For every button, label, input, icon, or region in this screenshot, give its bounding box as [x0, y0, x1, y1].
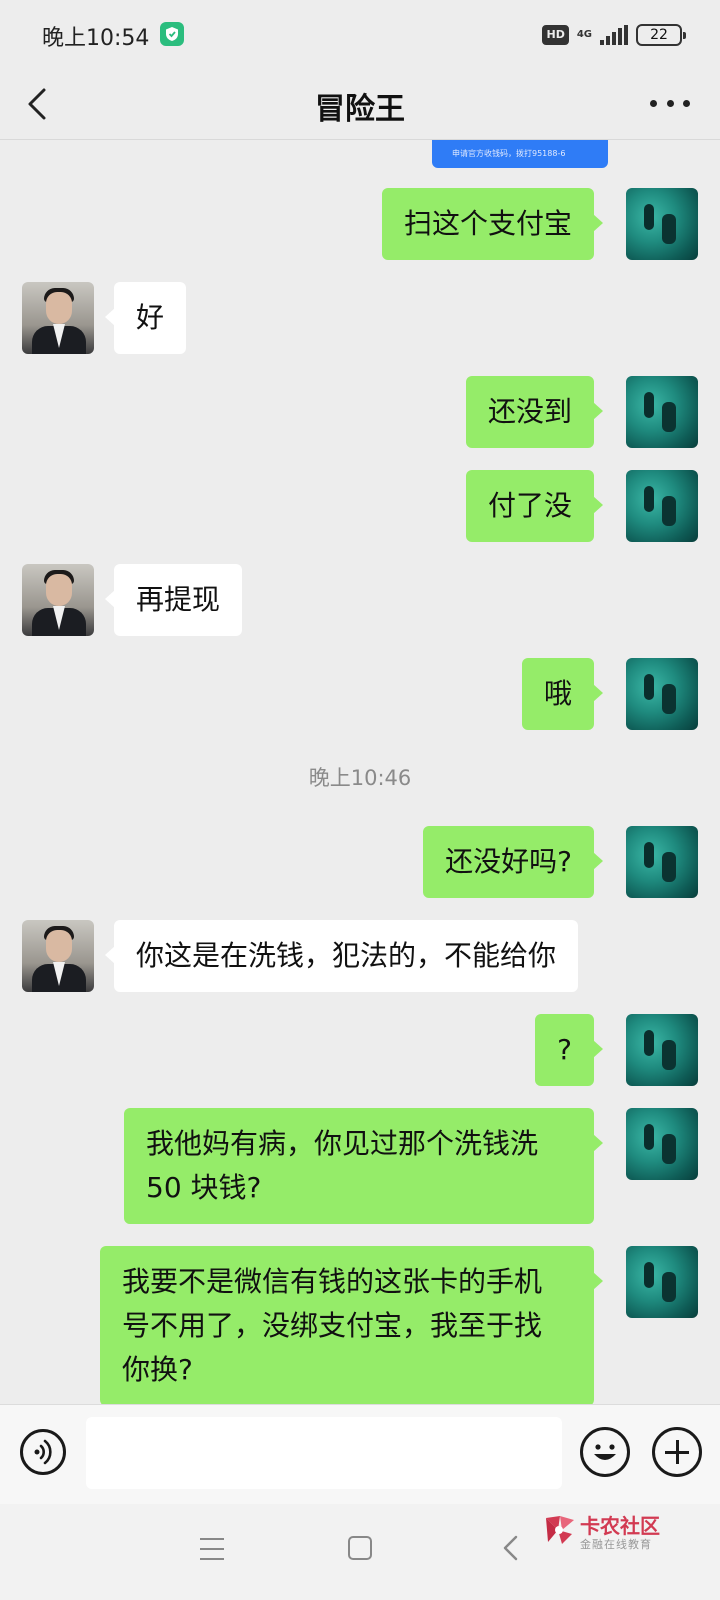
my-avatar[interactable] — [626, 376, 698, 448]
message-input[interactable] — [86, 1417, 562, 1489]
my-avatar[interactable] — [626, 658, 698, 730]
contact-avatar[interactable] — [22, 282, 94, 354]
message-line: 号不用了，没绑支付宝，我至于找 — [122, 1309, 543, 1342]
message-bubble-received[interactable]: 好 — [104, 282, 187, 354]
battery-icon: 22 — [636, 24, 686, 46]
my-avatar[interactable] — [626, 1108, 698, 1180]
back-icon[interactable] — [500, 1534, 522, 1562]
contact-avatar[interactable] — [22, 564, 94, 636]
watermark: 卡农社区 金融在线教育 — [542, 1510, 692, 1558]
message-line: 我要不是微信有钱的这张卡的手机 — [122, 1265, 543, 1298]
my-avatar[interactable] — [626, 826, 698, 898]
status-bar: 晚上10:54 HD 4G 22 — [0, 0, 720, 68]
message-bubble-sent[interactable]: 付了没 — [465, 470, 604, 542]
qr-caption: 申请官方收钱码，拨打95188-6 — [452, 149, 566, 158]
message-bubble-sent[interactable]: 我要不是微信有钱的这张卡的手机 号不用了，没绑支付宝，我至于找 你换? — [100, 1246, 603, 1404]
chat-header: 冒险王 — [0, 68, 720, 140]
message-bubble-sent[interactable]: 我他妈有病，你见过那个洗钱洗 50 块钱? — [124, 1108, 603, 1224]
message-bubble-received[interactable]: 再提现 — [104, 564, 243, 636]
qr-code-image[interactable]: 申请官方收钱码，拨打95188-6 — [432, 140, 608, 168]
message-line: 50 块钱? — [146, 1171, 262, 1204]
plus-icon[interactable] — [652, 1427, 702, 1477]
contact-avatar[interactable] — [22, 920, 94, 992]
menu-icon[interactable] — [200, 1538, 224, 1560]
more-dots-icon[interactable] — [650, 88, 690, 118]
message-line: 我他妈有病，你见过那个洗钱洗 — [146, 1127, 539, 1160]
watermark-logo-icon — [542, 1512, 578, 1548]
voice-icon[interactable] — [20, 1429, 66, 1475]
message-bubble-sent[interactable]: 哦 — [521, 658, 604, 730]
message-bubble-sent[interactable]: 扫这个支付宝 — [381, 188, 604, 260]
input-bar — [0, 1404, 720, 1504]
message-line: 你换? — [122, 1353, 193, 1386]
shield-icon — [160, 22, 184, 46]
network-type: 4G — [576, 29, 592, 40]
message-bubble-sent[interactable]: 还没好吗? — [423, 826, 603, 898]
time-separator: 晚上10:46 — [308, 766, 412, 790]
chat-title: 冒险王 — [315, 92, 405, 127]
signal-icon — [600, 25, 628, 45]
home-icon[interactable] — [348, 1536, 372, 1560]
my-avatar[interactable] — [626, 1246, 698, 1318]
message-list[interactable]: 申请官方收钱码，拨打95188-6 扫这个支付宝 好 还没到 付了没 再提现 哦… — [0, 140, 720, 1404]
status-time: 晚上10:54 — [42, 26, 150, 51]
message-bubble-sent[interactable]: 还没到 — [465, 376, 604, 448]
hd-badge: HD — [542, 25, 569, 45]
message-bubble-received[interactable]: 你这是在洗钱，犯法的，不能给你 — [104, 920, 579, 992]
my-avatar[interactable] — [626, 470, 698, 542]
my-avatar[interactable] — [626, 1014, 698, 1086]
my-avatar[interactable] — [626, 188, 698, 260]
emoji-icon[interactable] — [580, 1427, 630, 1477]
message-bubble-sent[interactable]: ? — [535, 1014, 603, 1086]
watermark-title: 卡农社区 — [580, 1514, 660, 1538]
status-icons: HD 4G 22 — [542, 22, 686, 48]
watermark-subtitle: 金融在线教育 — [580, 1538, 652, 1551]
